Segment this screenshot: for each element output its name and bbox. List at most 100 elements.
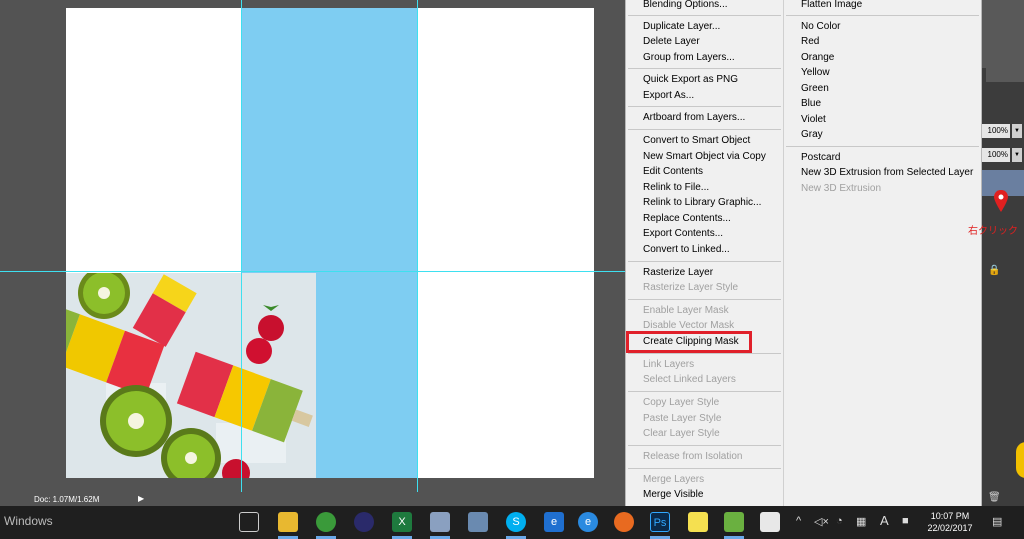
clock-date: 22/02/2017 (927, 523, 973, 533)
menu-separator (628, 261, 781, 262)
menu-item-color-yellow[interactable]: Yellow (801, 66, 830, 80)
menu-item-edit-contents[interactable]: Edit Contents (643, 165, 703, 179)
app-icon[interactable] (468, 512, 488, 532)
menu-item-postcard[interactable]: Postcard (801, 151, 840, 165)
menu-item-color-none[interactable]: No Color (801, 20, 840, 34)
menu-separator (628, 15, 781, 16)
vertical-guide[interactable] (417, 0, 418, 492)
menu-item-group-from-layers[interactable]: Group from Layers... (643, 51, 735, 65)
menu-item-convert-to-linked[interactable]: Convert to Linked... (643, 243, 730, 257)
firefox-icon[interactable] (614, 512, 634, 532)
trash-icon[interactable]: 🗑 (988, 492, 1001, 503)
sticky-notes-icon[interactable] (688, 512, 708, 532)
context-menu-column-1: Blending Options... Duplicate Layer... D… (626, 0, 784, 506)
menu-item-new-smart-object-via-copy[interactable]: New Smart Object via Copy (643, 150, 766, 164)
file-explorer-icon[interactable] (278, 512, 298, 532)
canvas-workspace[interactable] (0, 0, 625, 492)
menu-item-export-as[interactable]: Export As... (643, 89, 694, 103)
menu-separator (786, 15, 979, 16)
menu-item-merge-layers: Merge Layers (643, 474, 705, 485)
menu-item-flatten-image[interactable]: Flatten Image (801, 0, 862, 12)
menu-item-new-3d-extrusion: New 3D Extrusion (801, 183, 882, 194)
status-menu-arrow-icon[interactable]: ▶ (138, 494, 144, 503)
doc-size-info: Doc: 1.07M/1.62M (34, 495, 100, 504)
volume-icon[interactable]: ◁× (814, 515, 829, 528)
wifi-icon[interactable]: ◔ (836, 515, 843, 527)
menu-item-convert-smart-object[interactable]: Convert to Smart Object (643, 134, 750, 148)
menu-item-select-linked-layers: Select Linked Layers (643, 374, 736, 385)
task-view-icon[interactable] (239, 512, 259, 532)
right-click-annotation: 右クリック (968, 226, 1018, 237)
menu-item-relink-to-file[interactable]: Relink to File... (643, 181, 709, 195)
menu-separator (628, 391, 781, 392)
menu-item-replace-contents[interactable]: Replace Contents... (643, 212, 731, 226)
app-icon[interactable] (724, 512, 744, 532)
menu-item-color-orange[interactable]: Orange (801, 51, 834, 65)
menu-item-color-blue[interactable]: Blue (801, 97, 821, 111)
clock-time: 10:07 PM (930, 511, 970, 521)
ime-indicator[interactable]: A (880, 513, 889, 528)
menu-item-blending-options[interactable]: Blending Options... (643, 0, 728, 12)
panel-header (982, 0, 1024, 68)
menu-separator (628, 353, 781, 354)
menu-item-copy-layer-style: Copy Layer Style (643, 397, 720, 408)
menu-item-color-gray[interactable]: Gray (801, 128, 823, 142)
windows-label: Windows (4, 514, 53, 528)
menu-item-relink-library-graphic[interactable]: Relink to Library Graphic... (643, 196, 761, 210)
menu-item-clear-layer-style: Clear Layer Style (643, 428, 720, 439)
menu-separator (628, 445, 781, 446)
menu-item-link-layers: Link Layers (643, 359, 695, 370)
paint-icon[interactable] (430, 512, 450, 532)
menu-item-artboard-from-layers[interactable]: Artboard from Layers... (643, 111, 745, 125)
fill-field[interactable]: 100% (982, 148, 1010, 162)
popsicle-photo (66, 273, 316, 478)
menu-item-quick-export-png[interactable]: Quick Export as PNG (643, 73, 738, 87)
menu-separator (628, 299, 781, 300)
menu-item-enable-layer-mask: Enable Layer Mask (643, 305, 729, 316)
menu-item-delete-layer[interactable]: Delete Layer (643, 35, 700, 49)
menu-item-release-from-isolation: Release from Isolation (643, 451, 743, 462)
menu-item-export-contents[interactable]: Export Contents... (643, 227, 723, 241)
notifications-icon[interactable]: ▤ (992, 515, 1002, 528)
opacity-field[interactable]: 100% (982, 124, 1010, 138)
windows-taskbar: Windows X S e e Ps ^ ◁× ◔ ▦ A ■ 10:07 PM… (0, 506, 1024, 539)
menu-item-paste-layer-style: Paste Layer Style (643, 413, 722, 424)
panel-tab[interactable] (986, 68, 1024, 82)
menu-separator (628, 468, 781, 469)
photos-icon[interactable] (760, 512, 780, 532)
menu-item-duplicate-layer[interactable]: Duplicate Layer... (643, 20, 720, 34)
photoshop-icon[interactable]: Ps (650, 512, 670, 532)
menu-item-color-green[interactable]: Green (801, 82, 829, 96)
menu-item-color-red[interactable]: Red (801, 35, 819, 49)
system-clock[interactable]: 10:07 PM 22/02/2017 (920, 510, 980, 534)
opacity-dropdown-icon[interactable]: ▼ (1012, 124, 1022, 138)
internet-explorer-icon[interactable]: e (578, 512, 598, 532)
layer-context-menu: Blending Options... Duplicate Layer... D… (625, 0, 982, 506)
lock-icon[interactable]: 🔒 (988, 265, 1000, 276)
red-pointer-icon (994, 190, 1008, 212)
edge-icon[interactable]: e (544, 512, 564, 532)
yellow-ball (1016, 442, 1024, 478)
menu-item-merge-visible[interactable]: Merge Visible (643, 488, 703, 502)
document-canvas[interactable] (66, 8, 594, 478)
menu-separator (786, 146, 979, 147)
tray-app-icon[interactable]: ■ (902, 515, 909, 527)
menu-item-color-violet[interactable]: Violet (801, 113, 826, 127)
menu-item-rasterize-layer-style: Rasterize Layer Style (643, 282, 739, 293)
menu-item-3d-extrusion-selected[interactable]: New 3D Extrusion from Selected Layer (801, 166, 973, 180)
excel-icon[interactable]: X (392, 512, 412, 532)
fill-dropdown-icon[interactable]: ▼ (1012, 148, 1022, 162)
highlight-box (626, 331, 752, 353)
vertical-guide[interactable] (241, 0, 242, 492)
layers-panel: 100% ▼ 100% ▼ (982, 0, 1024, 506)
menu-separator (628, 68, 781, 69)
eclipse-icon[interactable] (354, 512, 374, 532)
menu-separator (628, 106, 781, 107)
menu-item-rasterize-layer[interactable]: Rasterize Layer (643, 266, 713, 280)
chevron-up-icon[interactable]: ^ (796, 515, 801, 527)
menu-separator (628, 129, 781, 130)
keyboard-icon[interactable]: ▦ (856, 515, 866, 528)
status-bar: Doc: 1.07M/1.62M ▶ (0, 492, 625, 506)
chrome-icon[interactable] (316, 512, 336, 532)
skype-icon[interactable]: S (506, 512, 526, 532)
